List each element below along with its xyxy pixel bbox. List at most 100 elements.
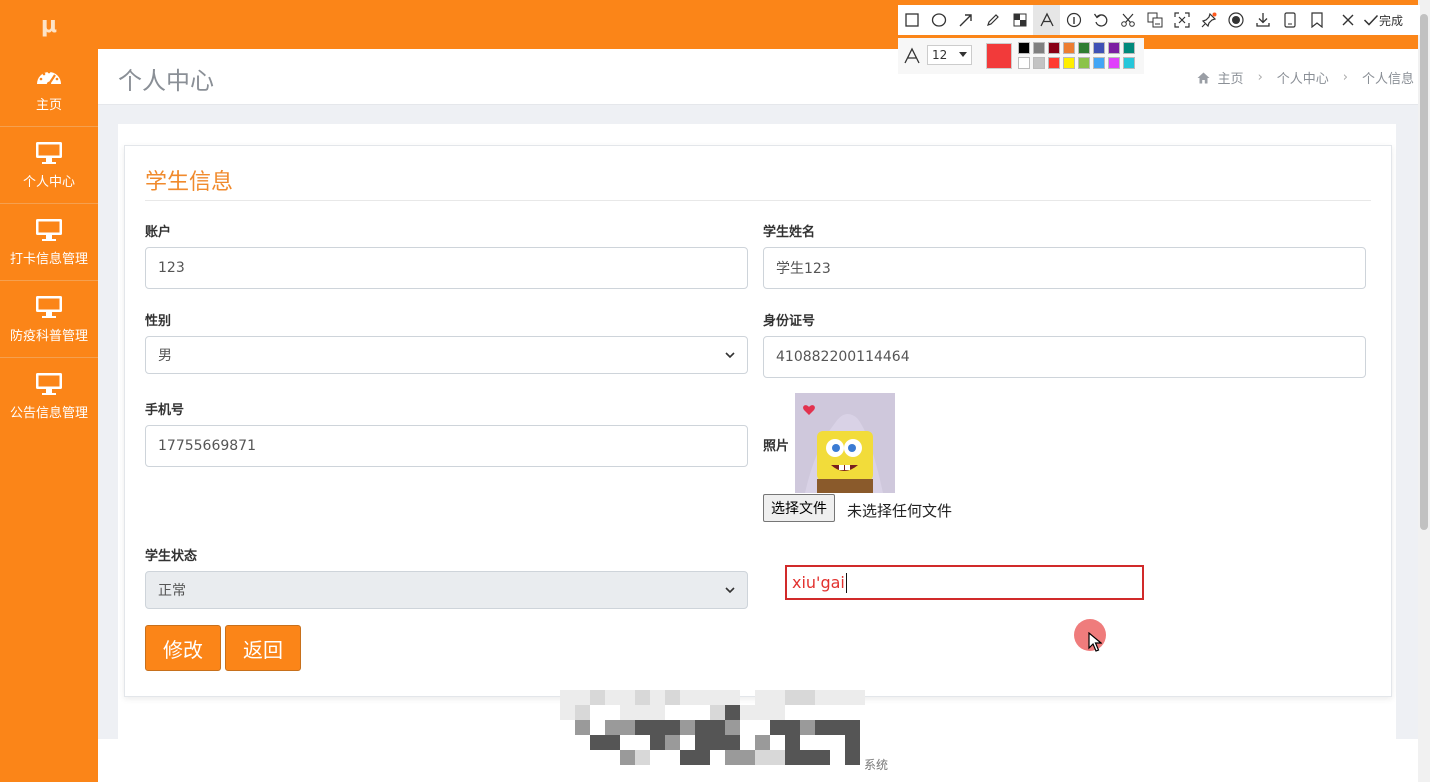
photo-label: 照片 bbox=[763, 439, 790, 454]
text-caret bbox=[845, 572, 847, 593]
sidebar-item-notice[interactable]: 公告信息管理 bbox=[0, 358, 98, 434]
idcard-value: 410882200114464 bbox=[776, 349, 910, 365]
done-label: 完成 bbox=[1379, 13, 1404, 28]
breadcrumb: 主页 › 个人中心 › 个人信息 bbox=[1197, 68, 1414, 87]
chevron-down-icon bbox=[725, 352, 735, 359]
status-select[interactable]: 正常 bbox=[145, 571, 748, 609]
phone-upload-icon[interactable] bbox=[1276, 5, 1303, 35]
ellipse-tool-icon[interactable] bbox=[925, 5, 952, 35]
gender-value: 男 bbox=[158, 348, 172, 364]
undo-icon[interactable] bbox=[1087, 5, 1114, 35]
number-marker-icon[interactable] bbox=[1060, 5, 1087, 35]
font-icon bbox=[904, 47, 920, 64]
color-swatch[interactable] bbox=[1063, 57, 1075, 69]
text-tool-icon[interactable] bbox=[1033, 5, 1060, 35]
sidebar-item-epidemic[interactable]: 防疫科普管理 bbox=[0, 281, 98, 358]
color-swatch[interactable] bbox=[1078, 42, 1090, 54]
sidebar-item-home[interactable]: 主页 bbox=[0, 50, 98, 127]
current-color-swatch[interactable] bbox=[986, 43, 1012, 69]
idcard-input[interactable]: 410882200114464 bbox=[763, 336, 1366, 378]
home-icon bbox=[1197, 72, 1210, 83]
color-swatch[interactable] bbox=[1093, 57, 1105, 69]
check-icon bbox=[1363, 14, 1379, 26]
sidebar-item-profile[interactable]: 个人中心 bbox=[0, 127, 98, 204]
name-label: 学生姓名 bbox=[763, 225, 816, 240]
phone-label: 手机号 bbox=[145, 403, 185, 418]
sidebar-item-label: 个人中心 bbox=[22, 174, 75, 190]
submit-button[interactable]: 修改 bbox=[145, 625, 221, 671]
form-title: 学生信息 bbox=[145, 170, 234, 195]
color-swatch[interactable] bbox=[1048, 57, 1060, 69]
download-icon[interactable] bbox=[1249, 5, 1276, 35]
font-size-value: 12 bbox=[932, 48, 948, 62]
breadcrumb-profile[interactable]: 个人中心 bbox=[1277, 68, 1329, 87]
font-size-select[interactable]: 12 bbox=[927, 45, 972, 65]
account-label: 账户 bbox=[145, 225, 172, 240]
record-icon[interactable] bbox=[1222, 5, 1249, 35]
close-icon[interactable] bbox=[1334, 5, 1361, 35]
back-button[interactable]: 返回 bbox=[225, 625, 301, 671]
mosaic-tool-icon[interactable] bbox=[1006, 5, 1033, 35]
breadcrumb-home[interactable]: 主页 bbox=[1218, 68, 1244, 87]
divider bbox=[145, 200, 1371, 201]
breadcrumb-current: 个人信息 bbox=[1361, 72, 1414, 87]
pixelated-footer-text bbox=[560, 690, 865, 765]
student-info-card: 学生信息 账户 123 学生姓名 学生123 性别 男 身份证号 4108822… bbox=[124, 145, 1392, 697]
pin-icon[interactable] bbox=[1195, 5, 1222, 35]
color-swatch[interactable] bbox=[1033, 57, 1045, 69]
status-value: 正常 bbox=[158, 583, 186, 599]
footer-text: 系统 bbox=[864, 758, 889, 772]
file-status: 未选择任何文件 bbox=[847, 502, 953, 520]
name-value: 学生123 bbox=[776, 261, 831, 277]
name-input[interactable]: 学生123 bbox=[763, 247, 1366, 289]
color-swatch[interactable] bbox=[1123, 57, 1135, 69]
bookmark-icon[interactable] bbox=[1303, 5, 1330, 35]
caret-down-icon bbox=[959, 52, 967, 57]
dashboard-icon bbox=[37, 70, 61, 86]
sidebar-item-checkin[interactable]: 打卡信息管理 bbox=[0, 204, 98, 281]
chevron-right-icon: › bbox=[1257, 70, 1263, 85]
rectangle-tool-icon[interactable] bbox=[898, 5, 925, 35]
page-header: 个人中心 主页 › 个人中心 › 个人信息 bbox=[98, 49, 1418, 105]
sidebar: μ 主页 个人中心 打卡信息管理 防疫科普管理 公告信息管理 bbox=[0, 0, 98, 782]
color-swatch[interactable] bbox=[1063, 42, 1075, 54]
color-swatch[interactable] bbox=[1108, 42, 1120, 54]
annotation-text: xiu'gai bbox=[792, 573, 845, 592]
ocr-icon[interactable] bbox=[1168, 5, 1195, 35]
color-swatch[interactable] bbox=[1018, 42, 1030, 54]
color-swatch[interactable] bbox=[1018, 57, 1030, 69]
student-photo bbox=[795, 393, 895, 493]
account-value: 123 bbox=[158, 260, 185, 276]
status-label: 学生状态 bbox=[145, 549, 198, 564]
idcard-label: 身份证号 bbox=[763, 314, 816, 329]
choose-file-button[interactable]: 选择文件 bbox=[763, 494, 835, 522]
vertical-scrollbar[interactable] bbox=[1418, 0, 1430, 782]
color-swatch[interactable] bbox=[1123, 42, 1135, 54]
sidebar-item-label: 打卡信息管理 bbox=[9, 251, 88, 267]
color-swatch[interactable] bbox=[1078, 57, 1090, 69]
arrow-tool-icon[interactable] bbox=[952, 5, 979, 35]
chevron-right-icon: › bbox=[1342, 70, 1348, 85]
account-input[interactable]: 123 bbox=[145, 247, 748, 289]
scrollbar-thumb[interactable] bbox=[1420, 14, 1428, 530]
color-swatch[interactable] bbox=[1048, 42, 1060, 54]
gender-label: 性别 bbox=[145, 314, 172, 329]
color-swatch[interactable] bbox=[1033, 42, 1045, 54]
gender-select[interactable]: 男 bbox=[145, 336, 748, 374]
phone-input[interactable]: 17755669871 bbox=[145, 425, 748, 467]
text-options-bar: 12 bbox=[898, 38, 1144, 74]
chevron-down-icon bbox=[725, 587, 735, 594]
pencil-tool-icon[interactable] bbox=[979, 5, 1006, 35]
sidebar-item-label: 主页 bbox=[35, 97, 62, 113]
photo-image bbox=[795, 393, 895, 493]
color-swatch[interactable] bbox=[1093, 42, 1105, 54]
annotation-textbox[interactable]: xiu'gai bbox=[785, 565, 1144, 600]
done-button[interactable]: 完成 bbox=[1363, 12, 1403, 29]
cut-icon[interactable] bbox=[1114, 5, 1141, 35]
monitor-icon bbox=[36, 218, 62, 241]
color-swatch[interactable] bbox=[1108, 57, 1120, 69]
page-title: 个人中心 bbox=[118, 67, 214, 95]
phone-value: 17755669871 bbox=[158, 438, 256, 454]
logo: μ bbox=[40, 12, 58, 38]
translate-icon[interactable] bbox=[1141, 5, 1168, 35]
